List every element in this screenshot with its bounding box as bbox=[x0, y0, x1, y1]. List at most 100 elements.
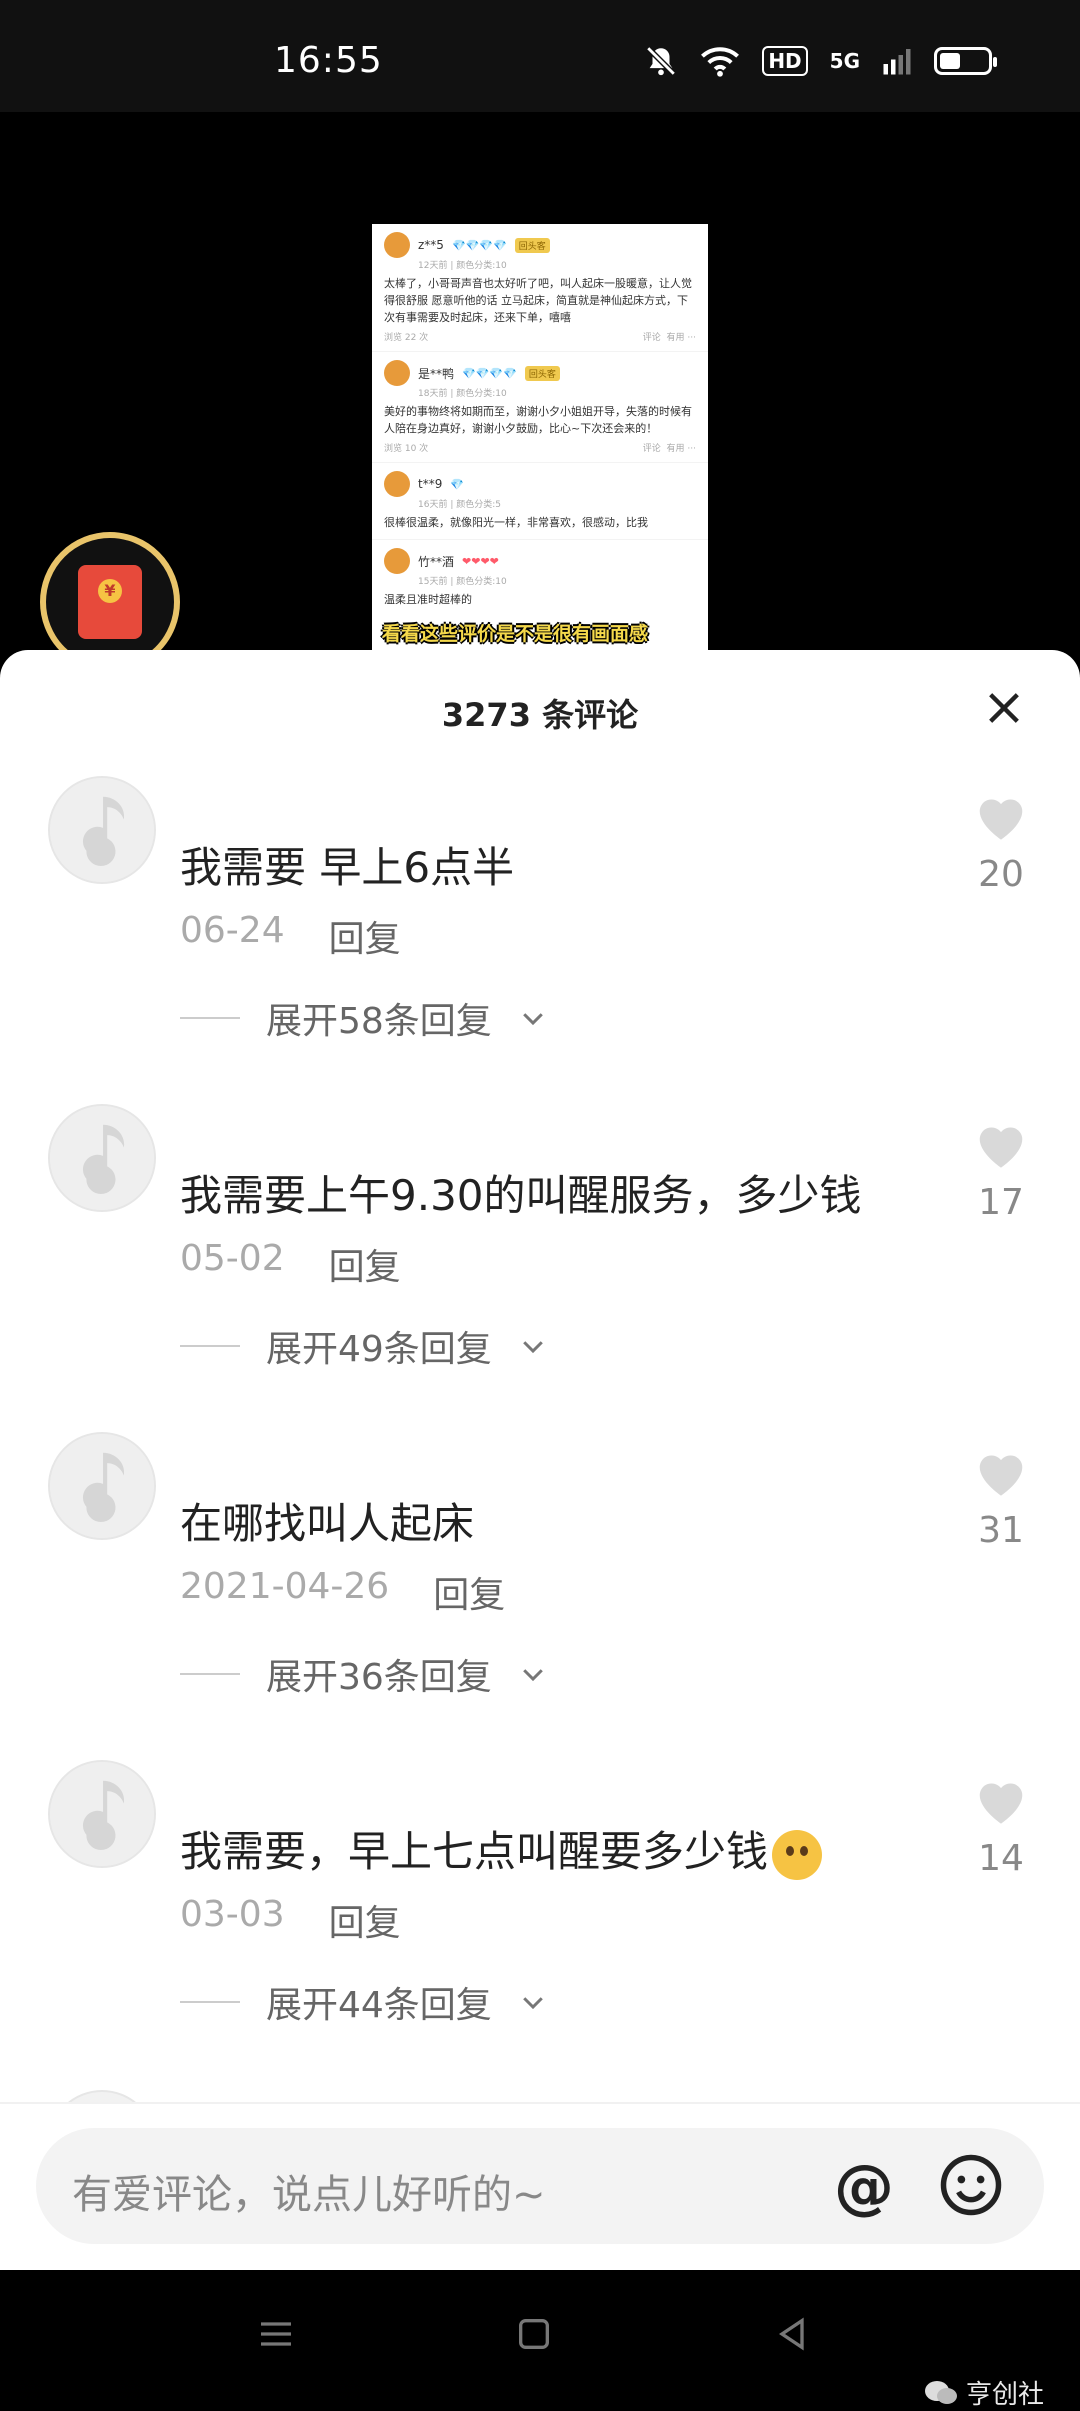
chevron-down-icon bbox=[523, 1669, 543, 1682]
system-nav-bar bbox=[0, 2270, 1080, 2400]
default-avatar-icon bbox=[50, 1762, 154, 1866]
review-comment-label: 评论 bbox=[642, 444, 661, 454]
review-item: z**5 💎💎💎💎 回头客 12天前 | 颜色分类:10 太棒了，小哥哥声音也太… bbox=[372, 224, 708, 352]
comments-panel: 3273 条评论 我需要 早上6点半 06-24 回复 展开58条回复 20 我需… bbox=[0, 650, 1080, 2270]
heart-icons: ❤❤❤❤ bbox=[462, 554, 499, 568]
review-views: 浏览 10 次 bbox=[384, 444, 429, 454]
review-date: 16天前 | 颜色分类:5 bbox=[418, 500, 501, 510]
emoji-icon[interactable] bbox=[938, 2152, 1004, 2218]
expand-replies-button[interactable]: 展开49条回复 bbox=[180, 1320, 548, 1372]
comment-count-title: 3273 条评论 bbox=[441, 696, 639, 734]
comment-item: 我需要 早上6点半 06-24 回复 展开58条回复 20 bbox=[0, 760, 1080, 1088]
menu-icon[interactable] bbox=[256, 2314, 296, 2354]
review-user: 是**鸭 bbox=[418, 366, 455, 381]
like-button[interactable]: 17 bbox=[966, 1118, 1036, 1223]
review-views: 浏览 22 次 bbox=[384, 333, 429, 343]
avatar bbox=[384, 232, 410, 258]
mute-bell-icon bbox=[646, 46, 677, 76]
expand-replies-button[interactable]: 展开44条回复 bbox=[180, 1976, 548, 2028]
review-text: 很棒很温柔，就像阳光一样，非常喜欢，很感动，比我 bbox=[384, 516, 648, 529]
chevron-down-icon bbox=[523, 1997, 543, 2010]
review-text: 温柔且准时超棒的 bbox=[384, 593, 472, 606]
video-player[interactable]: ¥ z**5 💎💎💎💎 回头客 12天前 | 颜色分类:10 太棒了，小哥哥声音… bbox=[0, 112, 1080, 672]
review-useful-label: 有用 bbox=[666, 333, 685, 343]
like-button[interactable]: 14 bbox=[966, 1774, 1036, 1879]
comment-text-row: 我需要，早上七点叫醒要多少钱 bbox=[180, 1818, 823, 1880]
status-icons: HD 5G bbox=[644, 44, 997, 78]
home-icon[interactable] bbox=[514, 2314, 554, 2354]
avatar[interactable] bbox=[48, 1432, 156, 1540]
reply-button[interactable]: 回复 bbox=[433, 1566, 505, 1618]
avatar[interactable] bbox=[48, 1760, 156, 1868]
comment-list: 我需要 早上6点半 06-24 回复 展开58条回复 20 我需要上午9.30的叫… bbox=[0, 760, 1080, 2072]
review-useful-label: 有用 bbox=[666, 444, 685, 454]
comment-date: 03-03 bbox=[180, 1894, 285, 1935]
reply-button[interactable]: 回复 bbox=[329, 1238, 401, 1290]
comment-date: 06-24 bbox=[180, 910, 285, 951]
divider-line bbox=[180, 1673, 240, 1675]
close-icon[interactable] bbox=[984, 688, 1024, 728]
reply-button[interactable]: 回复 bbox=[329, 1894, 401, 1946]
signal-icon bbox=[883, 49, 911, 75]
comment-text: 我需要 早上6点半 bbox=[180, 843, 515, 892]
heart-icon bbox=[979, 1455, 1023, 1496]
chevron-down-icon bbox=[523, 1341, 543, 1354]
avatar bbox=[384, 360, 410, 386]
comment-date: 2021-04-26 bbox=[180, 1566, 390, 1607]
default-avatar-icon bbox=[50, 1434, 154, 1538]
watermark-label: 亨创社 bbox=[965, 2380, 1044, 2410]
like-count: 31 bbox=[978, 1510, 1024, 1551]
divider-line bbox=[180, 2001, 240, 2003]
like-button[interactable]: 20 bbox=[966, 790, 1036, 895]
avatar[interactable] bbox=[48, 776, 156, 884]
review-date: 18天前 | 颜色分类:10 bbox=[418, 389, 507, 399]
heart-icon bbox=[979, 1783, 1023, 1824]
back-icon[interactable] bbox=[772, 2314, 812, 2354]
battery-icon bbox=[934, 47, 997, 75]
comment-item: 在哪找叫人起床 2021-04-26 回复 展开36条回复 31 bbox=[0, 1416, 1080, 1744]
review-text: 太棒了，小哥哥声音也太好听了吧，叫人起床一股暖意，让人觉得很舒服 愿意听他的话 … bbox=[384, 277, 692, 324]
comment-text: 在哪找叫人起床 bbox=[180, 1499, 475, 1548]
expand-replies-button[interactable]: 展开36条回复 bbox=[180, 1648, 548, 1700]
review-user: z**5 bbox=[418, 238, 444, 252]
expand-replies-label: 展开49条回复 bbox=[266, 1329, 492, 1370]
mention-button[interactable]: @ bbox=[834, 2152, 894, 2222]
diamond-icons: 💎 bbox=[450, 477, 465, 491]
network-indicator: 5G bbox=[829, 49, 860, 73]
comment-date: 05-02 bbox=[180, 1238, 285, 1279]
default-avatar-icon bbox=[50, 778, 154, 882]
wechat-icon bbox=[924, 2380, 957, 2404]
wifi-icon bbox=[701, 47, 740, 77]
review-text: 美好的事物终将如期而至，谢谢小夕小姐姐开导，失落的时候有人陪在身边真好，谢谢小夕… bbox=[384, 405, 692, 435]
video-caption: 看看这些评价是不是很有画面感 bbox=[382, 623, 649, 645]
repeat-customer-tag: 回头客 bbox=[514, 237, 550, 253]
avatar bbox=[384, 548, 410, 574]
expand-replies-label: 展开58条回复 bbox=[266, 1001, 492, 1042]
chevron-down-icon bbox=[523, 1013, 543, 1026]
review-item: t**9 💎 16天前 | 颜色分类:5 很棒很温柔，就像阳光一样，非常喜欢，很… bbox=[372, 463, 708, 540]
heart-icon bbox=[979, 799, 1023, 840]
review-date: 15天前 | 颜色分类:10 bbox=[418, 577, 507, 587]
review-item: 是**鸭 💎💎💎💎 回头客 18天前 | 颜色分类:10 美好的事物终将如期而至… bbox=[372, 352, 708, 463]
hd-badge: HD bbox=[762, 46, 808, 76]
expand-replies-button[interactable]: 展开58条回复 bbox=[180, 992, 548, 1044]
review-item: 竹**酒 ❤❤❤❤ 15天前 | 颜色分类:10 温柔且准时超棒的 bbox=[372, 540, 708, 616]
review-user: t**9 bbox=[418, 477, 443, 491]
reply-button[interactable]: 回复 bbox=[329, 910, 401, 962]
like-button[interactable]: 31 bbox=[966, 1446, 1036, 1551]
avatar[interactable] bbox=[48, 1104, 156, 1212]
diamond-icons: 💎💎💎💎 bbox=[451, 238, 507, 252]
repeat-customer-tag: 回头客 bbox=[524, 365, 560, 381]
like-count: 14 bbox=[978, 1838, 1024, 1879]
red-envelope-icon: ¥ bbox=[78, 565, 142, 639]
review-user: 竹**酒 bbox=[418, 554, 455, 569]
comment-input-placeholder: 有爱评论，说点儿好听的~ bbox=[72, 2172, 546, 2218]
like-count: 17 bbox=[978, 1182, 1024, 1223]
clock: 16:55 bbox=[274, 40, 383, 81]
comment-input[interactable]: 有爱评论，说点儿好听的~ @ bbox=[36, 2128, 1044, 2244]
divider-line bbox=[180, 1017, 240, 1019]
status-bar: 16:55 HD 5G bbox=[0, 0, 1080, 112]
review-comment-label: 评论 bbox=[642, 333, 661, 343]
comment-item: 我需要，早上七点叫醒要多少钱 03-03 回复 展开44条回复 14 bbox=[0, 1744, 1080, 2072]
review-date: 12天前 | 颜色分类:10 bbox=[418, 261, 507, 271]
